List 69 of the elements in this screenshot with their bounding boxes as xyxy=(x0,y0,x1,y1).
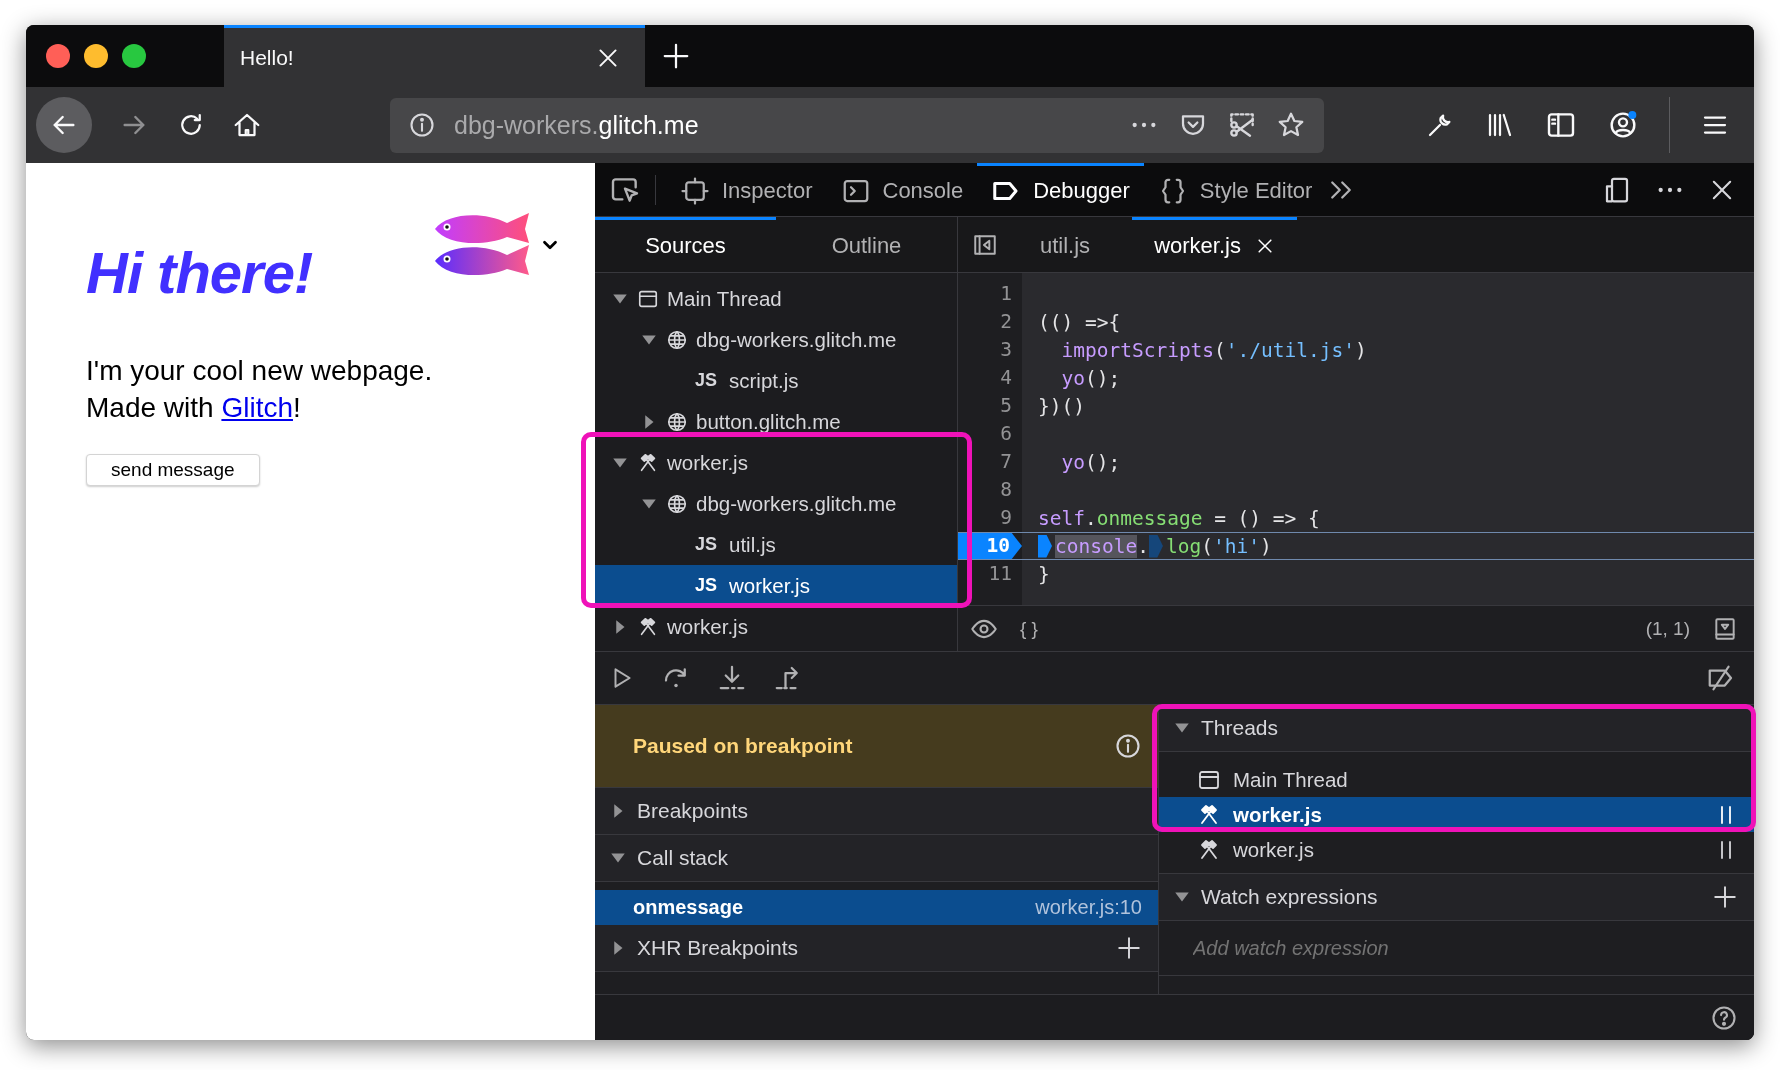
tree-item[interactable]: button.glitch.me xyxy=(595,401,957,442)
devtools-tab[interactable]: Style Editor xyxy=(1143,162,1327,217)
code-line: self.onmessage = () => { xyxy=(1037,505,1320,532)
send-message-button[interactable]: send message xyxy=(86,454,260,486)
pane-header[interactable]: Call stack xyxy=(595,835,1158,882)
line-number: 7 xyxy=(1000,449,1012,475)
inspector-icon xyxy=(680,176,710,206)
file-type-label: JS xyxy=(695,575,719,596)
add-icon[interactable] xyxy=(1116,935,1142,961)
tree-item[interactable]: worker.js xyxy=(595,442,957,483)
help-icon[interactable] xyxy=(1710,1003,1738,1032)
window-minimize-button[interactable] xyxy=(84,44,108,68)
tree-item[interactable]: worker.js xyxy=(595,606,957,647)
code-line: console. log('hi') xyxy=(1022,533,1272,559)
cursor-position: (1, 1) xyxy=(1645,617,1690,640)
info-icon[interactable] xyxy=(408,111,436,139)
line-number: 8 xyxy=(1000,477,1012,503)
sidebar-tab[interactable]: Sources xyxy=(595,217,776,272)
thread-item[interactable]: worker.js xyxy=(1159,832,1754,867)
file-type-label: JS xyxy=(695,534,719,555)
page-heading: Hi there! xyxy=(86,239,313,306)
pane-header[interactable]: Watch expressions xyxy=(1159,874,1754,921)
pane-header[interactable]: XHR Breakpoints xyxy=(595,925,1158,972)
tree-item[interactable]: JS util.js xyxy=(595,524,957,565)
code-line: importScripts('./util.js') xyxy=(1060,337,1367,364)
address-bar[interactable]: dbg-workers.glitch.me xyxy=(390,97,1324,153)
intro-paragraph: I'm your cool new webpage. Made with Glitch! xyxy=(86,354,434,425)
pane-header[interactable]: Breakpoints xyxy=(595,788,1158,835)
line-number: 3 xyxy=(1000,337,1012,363)
editor-tab[interactable]: util.js xyxy=(1018,217,1113,272)
add-icon[interactable] xyxy=(1712,884,1738,910)
code-line: (() =>{ xyxy=(1037,309,1121,336)
line-number: 4 xyxy=(1000,365,1012,391)
line-number: 10 xyxy=(958,533,1022,559)
thread-item[interactable]: Main Thread xyxy=(1159,762,1754,797)
code-line: yo(); xyxy=(1060,365,1121,392)
pretty-print-button[interactable]: { } xyxy=(1020,617,1038,640)
tree-item[interactable]: dbg-workers.glitch.me xyxy=(595,483,957,524)
code-line: })() xyxy=(1037,393,1085,420)
line-number: 6 xyxy=(1000,421,1012,447)
pause-message: Paused on breakpoint xyxy=(633,734,854,758)
tree-item[interactable]: Main Thread xyxy=(595,278,957,319)
browser-tab[interactable]: Hello! xyxy=(224,25,645,87)
info-icon[interactable] xyxy=(1114,732,1142,760)
code-line: yo(); xyxy=(1060,449,1121,476)
line-number: 5 xyxy=(1000,393,1012,419)
file-type-label: JS xyxy=(695,370,719,391)
toggle-panel-icon[interactable] xyxy=(1712,615,1738,642)
pane-header[interactable]: Threads xyxy=(1159,705,1754,752)
globe-icon xyxy=(666,328,688,351)
line-number: 2 xyxy=(1000,309,1012,335)
devtools-tab[interactable]: Inspector xyxy=(666,162,827,217)
back-button[interactable] xyxy=(36,97,92,153)
code-line: } xyxy=(1037,561,1050,588)
stack-frame[interactable]: onmessage worker.js:10 xyxy=(595,890,1158,925)
glitch-link[interactable]: Glitch xyxy=(221,392,293,423)
window-zoom-button[interactable] xyxy=(122,44,146,68)
globe-icon xyxy=(666,410,688,433)
new-tab-icon[interactable] xyxy=(661,41,691,71)
tree-item[interactable]: JS script.js xyxy=(595,360,957,401)
line-number: 11 xyxy=(988,561,1012,587)
sidebar-tab[interactable]: Outline xyxy=(776,217,957,272)
tree-item[interactable]: dbg-workers.glitch.me xyxy=(595,319,957,360)
line-number: 9 xyxy=(1000,505,1012,531)
window-close-button[interactable] xyxy=(46,44,70,68)
globe-icon xyxy=(666,492,688,515)
tree-item[interactable]: JS worker.js xyxy=(595,565,957,606)
devtools-tab[interactable]: Console xyxy=(826,162,978,217)
line-number: 1 xyxy=(1000,281,1012,307)
